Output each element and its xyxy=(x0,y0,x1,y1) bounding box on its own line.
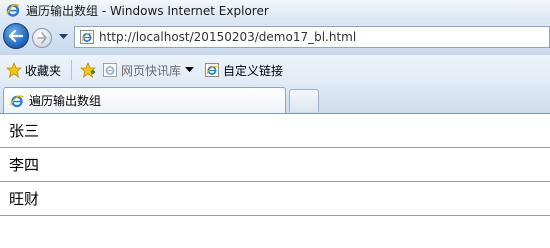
tab-bar: 遍历输出数组 xyxy=(0,84,550,113)
add-favorite-star-icon xyxy=(80,62,97,78)
add-favorite-button[interactable] xyxy=(80,62,97,78)
page-ie-icon xyxy=(80,30,94,44)
new-tab-button[interactable] xyxy=(289,89,319,112)
web-slice-gallery-link[interactable]: 网页快讯库 xyxy=(102,62,195,79)
chevron-down-icon xyxy=(58,34,68,39)
navigation-bar xyxy=(0,20,550,54)
custom-links-label: 自定义链接 xyxy=(223,63,284,78)
back-button[interactable] xyxy=(3,23,29,49)
window-title: 遍历输出数组 - Windows Internet Explorer xyxy=(26,3,269,18)
forward-arrow-icon xyxy=(37,32,47,44)
history-dropdown-button[interactable] xyxy=(57,31,69,43)
favorites-button[interactable]: 收藏夹 xyxy=(6,62,61,79)
tab-label: 遍历输出数组 xyxy=(29,94,102,108)
tab-ie-icon xyxy=(9,94,24,107)
favorites-divider xyxy=(71,60,73,80)
custom-links-icon xyxy=(205,63,220,77)
custom-links-link[interactable]: 自定义链接 xyxy=(204,62,283,79)
favorites-label: 收藏夹 xyxy=(25,63,62,78)
web-slice-label: 网页快讯库 xyxy=(121,63,182,78)
list-item: 李四 xyxy=(0,148,550,182)
tab-active[interactable]: 遍历输出数组 xyxy=(3,87,286,113)
star-icon xyxy=(6,62,22,78)
back-arrow-icon xyxy=(9,30,23,42)
list-item: 张三 xyxy=(0,114,550,148)
list-item: 旺财 xyxy=(0,182,550,216)
chevron-down-icon xyxy=(185,67,195,72)
page-content: 张三 李四 旺财 xyxy=(0,113,550,248)
favorites-bar: 收藏夹 网页快讯库 自定义链接 xyxy=(0,54,550,85)
url-input[interactable] xyxy=(99,30,539,44)
ie-logo-icon xyxy=(6,3,20,17)
web-slice-icon xyxy=(103,63,118,77)
forward-button[interactable] xyxy=(32,28,52,48)
title-bar: 遍历输出数组 - Windows Internet Explorer xyxy=(0,0,550,20)
address-bar[interactable] xyxy=(74,26,550,48)
